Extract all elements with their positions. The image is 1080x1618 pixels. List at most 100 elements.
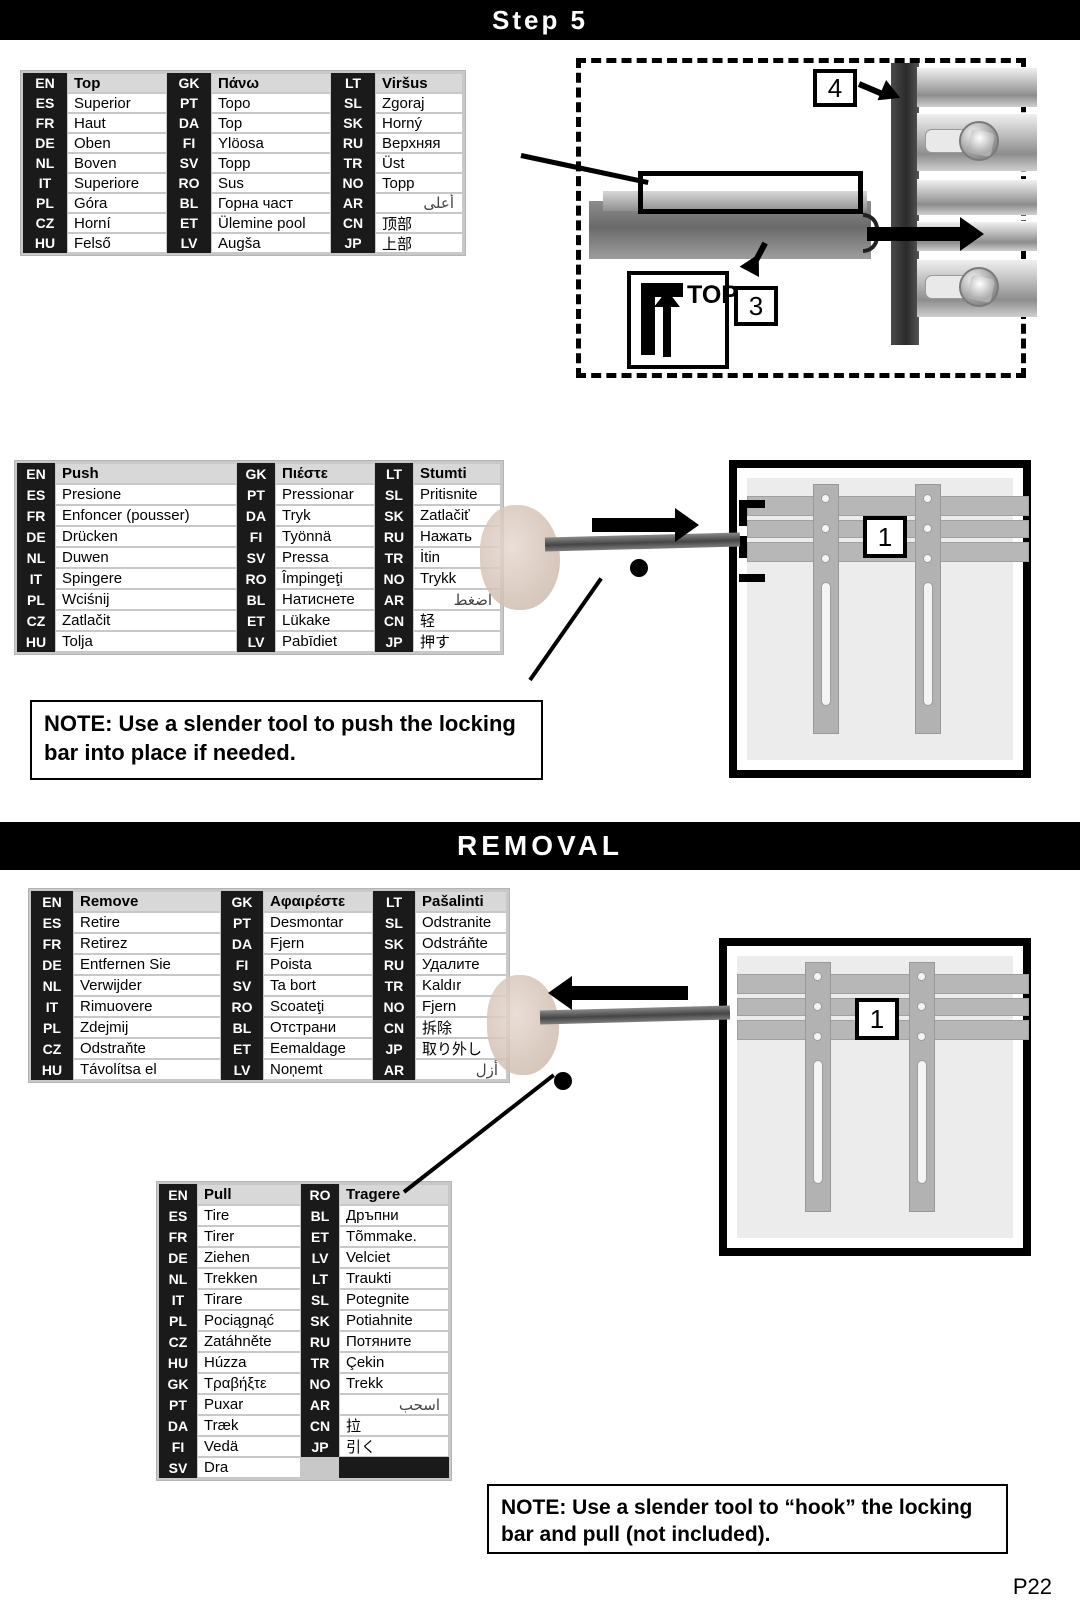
table-row: DE Entfernen Sie FI Poista RU Удалите [31, 954, 507, 975]
language-cell: IT Rimuovere [31, 996, 221, 1017]
language-code: PL [17, 589, 55, 610]
language-cell: FI Työnnä [237, 526, 375, 547]
language-code: NO [373, 996, 415, 1017]
language-code: PT [221, 912, 263, 933]
language-word: Remove [73, 891, 221, 912]
language-word: Odstranite [415, 912, 507, 933]
language-code: DE [23, 133, 67, 153]
table-row: IT Superiore RO Sus NO Topp [23, 173, 463, 193]
language-word: Odstraňte [73, 1038, 221, 1059]
language-word: Pressa [275, 547, 375, 568]
language-code: FI [159, 1436, 197, 1457]
language-word: Superior [67, 93, 167, 113]
arm-slot-right-r [917, 1060, 927, 1184]
language-cell: CZ Zatlačit [17, 610, 237, 631]
language-code: CN [301, 1415, 339, 1436]
language-code: SL [331, 93, 375, 113]
language-word: Drücken [55, 526, 237, 547]
table-row: PL Wciśnij BL Натиcнете AR اضغط [17, 589, 501, 610]
language-code: IT [159, 1289, 197, 1310]
note-pull: NOTE: Use a slender tool to “hook” the l… [487, 1484, 1008, 1554]
language-cell: TR Kaldır [373, 975, 507, 996]
arm-hole-right-3 [923, 554, 932, 563]
language-cell: CN 轻 [375, 610, 501, 631]
language-code: IT [17, 568, 55, 589]
language-code: DA [159, 1415, 197, 1436]
language-code: NO [301, 1373, 339, 1394]
language-code: CZ [23, 213, 67, 233]
bracket-photo-push: 1 [739, 478, 1029, 760]
metal-rail-upper [917, 67, 1037, 107]
language-code: ES [159, 1205, 197, 1226]
language-cell: LV Noņemt [221, 1059, 373, 1080]
language-word: Horný [375, 113, 463, 133]
language-word: Ülemine pool [211, 213, 331, 233]
language-word: Oben [67, 133, 167, 153]
table-row: HU Tolja LV Pabīdiet JP 押す [17, 631, 501, 652]
language-word: Horní [67, 213, 167, 233]
arm-slot-right [923, 582, 933, 706]
language-cell: CZ Zatáhněte [159, 1331, 301, 1352]
language-code: RO [237, 568, 275, 589]
language-cell: NL Verwijder [31, 975, 221, 996]
language-cell: RU Верхняя [331, 133, 463, 153]
language-word: Ta bort [263, 975, 373, 996]
language-cell: DA Fjern [221, 933, 373, 954]
table-row: DE Drücken FI Työnnä RU Нажать [17, 526, 501, 547]
language-word: Poista [263, 954, 373, 975]
language-word: Fjern [263, 933, 373, 954]
language-word: Tire [197, 1205, 301, 1226]
language-code: SV [159, 1457, 197, 1478]
callout-1-remove: 1 [855, 998, 899, 1040]
language-code: ET [237, 610, 275, 631]
language-code: RU [331, 133, 375, 153]
language-word: Sus [211, 173, 331, 193]
language-code: AR [375, 589, 413, 610]
table-row: EN Push GK Πιέστε LT Stumti [17, 463, 501, 484]
language-cell: ES Superior [23, 93, 167, 113]
language-cell: FI Ylöosa [167, 133, 331, 153]
language-word: Ylöosa [211, 133, 331, 153]
language-code: DE [17, 526, 55, 547]
language-code: EN [31, 891, 73, 912]
language-code: LV [221, 1059, 263, 1080]
language-cell: DE Oben [23, 133, 167, 153]
table-row: SV Dra [159, 1457, 449, 1478]
language-word: Entfernen Sie [73, 954, 221, 975]
language-code: HU [159, 1352, 197, 1373]
table-row: CZ Horní ET Ülemine pool CN 顶部 [23, 213, 463, 233]
callout-1-remove-label: 1 [869, 1003, 885, 1034]
language-code: CN [331, 213, 375, 233]
language-code: BL [237, 589, 275, 610]
language-cell: CZ Horní [23, 213, 167, 233]
table-row: DA Træk CN 拉 [159, 1415, 449, 1436]
note-pull-text: NOTE: Use a slender tool to “hook” the l… [501, 1496, 973, 1547]
language-word: 轻 [413, 610, 501, 631]
language-code: DA [221, 933, 263, 954]
language-code: ET [301, 1226, 339, 1247]
language-table-remove: EN Remove GK Αφαιρέστε LT Pašalinti ES Retire PT… [28, 888, 510, 1083]
language-code: ES [31, 912, 73, 933]
bolt-upper [959, 121, 999, 161]
language-cell: ET Ülemine pool [167, 213, 331, 233]
page-number: P22 [1012, 1574, 1052, 1599]
language-word: Træk [197, 1415, 301, 1436]
language-cell: ET Lükake [237, 610, 375, 631]
language-word: Traukti [339, 1268, 449, 1289]
language-code: ET [221, 1038, 263, 1059]
figure-locking-bar-insert: 4 3 TOP [520, 58, 1037, 378]
language-cell: FR Enfoncer (pousser) [17, 505, 237, 526]
language-cell: SK Potiahnite [301, 1310, 449, 1331]
language-cell: LV Velciet [301, 1247, 449, 1268]
language-word: Húzza [197, 1352, 301, 1373]
language-cell: RO Scoateţi [221, 996, 373, 1017]
language-cell: AR أزل [373, 1059, 507, 1080]
callout-3: 3 [734, 286, 778, 326]
language-word: Pull [197, 1184, 301, 1205]
table-row: IT Rimuovere RO Scoateţi NO Fjern [31, 996, 507, 1017]
language-code: RU [375, 526, 413, 547]
language-word: Pociągnąć [197, 1310, 301, 1331]
language-code: BL [167, 193, 211, 213]
language-word: Odstráňte [415, 933, 507, 954]
language-code: RO [167, 173, 211, 193]
